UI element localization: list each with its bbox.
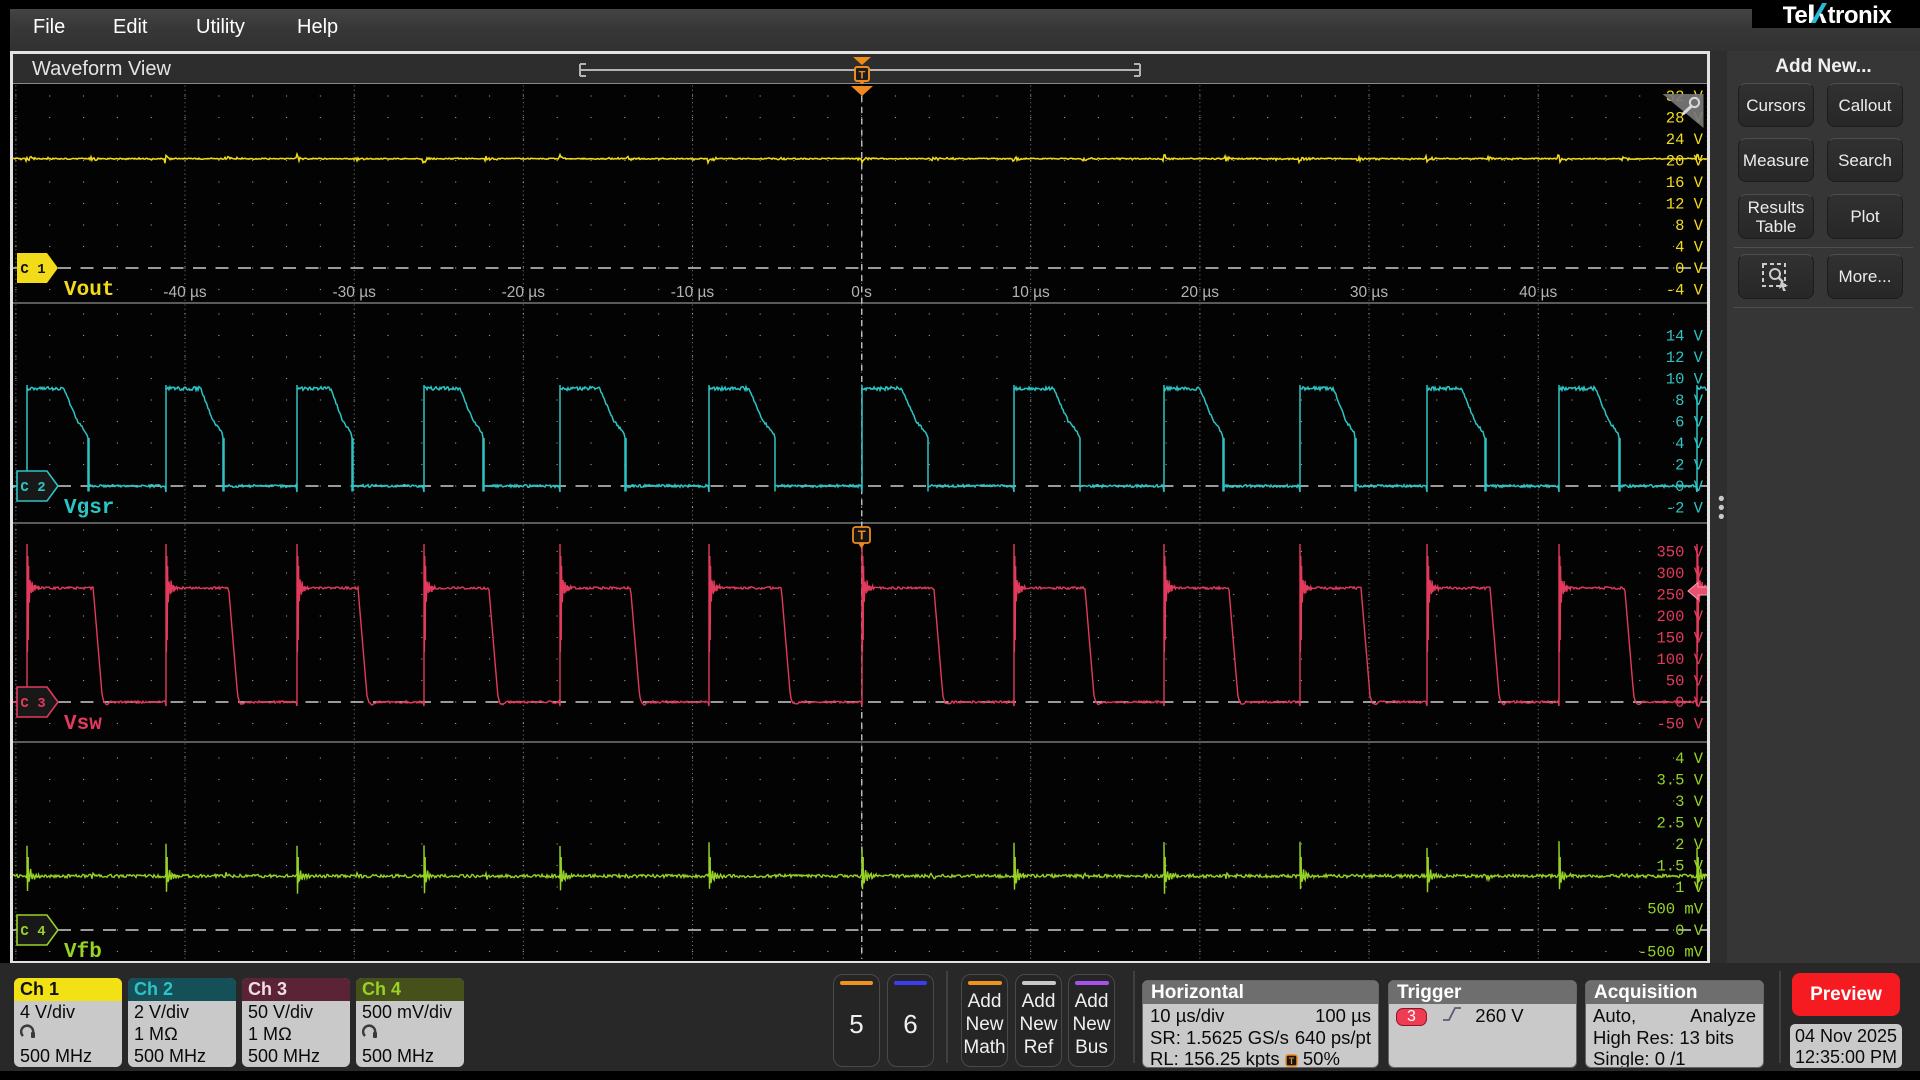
svg-text:C 4: C 4 [20,924,45,940]
svg-text:tronix: tronix [1828,2,1893,28]
svg-text:14 V: 14 V [1666,328,1704,346]
svg-text:8 V: 8 V [1675,392,1704,410]
svg-text:4 V: 4 V [1675,239,1704,257]
svg-text:500 mV: 500 mV [1647,901,1704,919]
svg-text:12 V: 12 V [1666,349,1704,367]
svg-text:0 V: 0 V [1675,260,1704,278]
svg-text:Vsw: Vsw [64,713,102,736]
svg-text:4 V: 4 V [1675,435,1704,453]
svg-text:-10 µs: -10 µs [671,284,715,301]
svg-text:12 V: 12 V [1666,196,1704,214]
svg-text:-50 V: -50 V [1656,716,1703,734]
svg-text:10 V: 10 V [1666,371,1704,389]
svg-text:C 1: C 1 [20,262,45,278]
svg-text:3.5 V: 3.5 V [1656,772,1703,790]
svg-text:8 V: 8 V [1675,217,1704,235]
svg-text:4 V: 4 V [1675,750,1704,768]
svg-text:-4 V: -4 V [1666,282,1704,300]
svg-text:40 µs: 40 µs [1519,284,1557,301]
svg-text:10 µs: 10 µs [1012,284,1050,301]
svg-text:3 V: 3 V [1675,793,1704,811]
svg-text:50 V: 50 V [1666,673,1704,691]
svg-text:T: T [1288,1056,1294,1066]
svg-text:2 V: 2 V [1675,836,1704,854]
svg-text:16 V: 16 V [1666,174,1704,192]
svg-text:C 2: C 2 [20,480,45,496]
svg-text:30 µs: 30 µs [1350,284,1388,301]
svg-text:T: T [859,70,866,82]
svg-text:0 s: 0 s [851,284,872,301]
svg-text:20 µs: 20 µs [1181,284,1219,301]
svg-text:-500 mV: -500 mV [1638,944,1704,962]
svg-text:6 V: 6 V [1675,414,1704,432]
svg-text:C 3: C 3 [20,696,45,712]
svg-text:-2 V: -2 V [1666,500,1704,518]
svg-text:2 V: 2 V [1675,457,1704,475]
svg-text:-40 µs: -40 µs [163,284,207,301]
svg-text:-20 µs: -20 µs [502,284,546,301]
svg-text:0 V: 0 V [1675,922,1704,940]
svg-text:-30 µs: -30 µs [333,284,377,301]
svg-text:Vfb: Vfb [64,941,102,961]
svg-text:24 V: 24 V [1666,131,1704,149]
svg-text:Vgsr: Vgsr [64,497,114,520]
svg-text:T: T [858,528,866,543]
svg-text:Te: Te [1783,2,1807,28]
svg-text:2.5 V: 2.5 V [1656,815,1703,833]
svg-text:Vout: Vout [64,279,114,302]
